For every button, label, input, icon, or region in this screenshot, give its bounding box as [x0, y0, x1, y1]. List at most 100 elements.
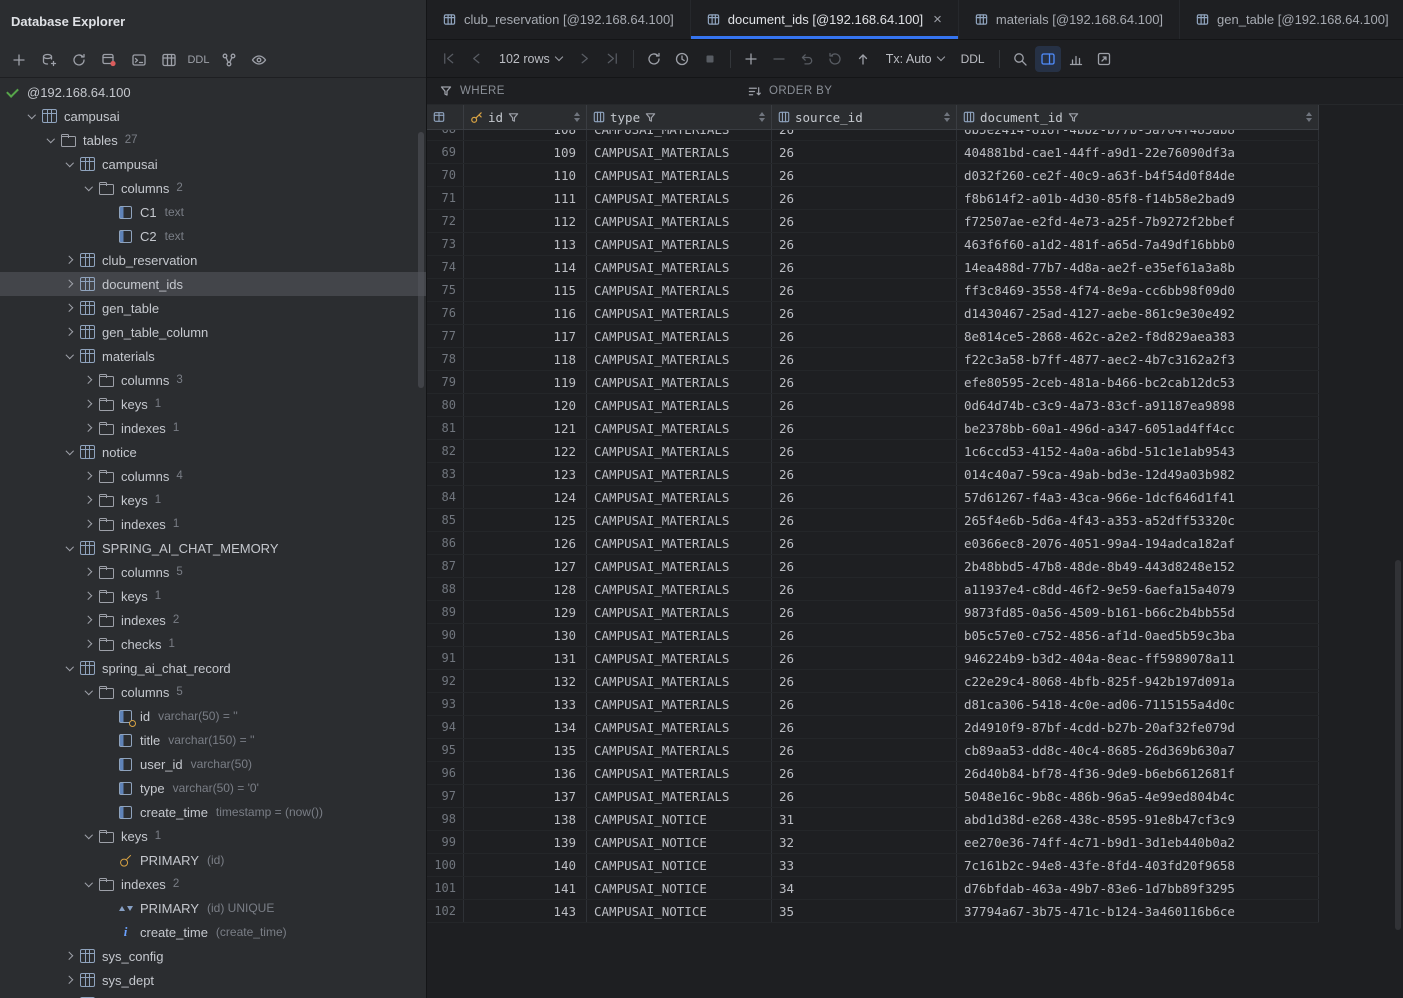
row-number-cell[interactable]: 81 — [427, 417, 464, 439]
column-header-source-id[interactable]: source_id — [772, 105, 957, 129]
type-cell[interactable]: CAMPUSAI_MATERIALS — [587, 578, 772, 600]
id-cell[interactable]: 137 — [464, 785, 587, 807]
source-id-cell[interactable]: 26 — [772, 417, 957, 439]
id-cell[interactable]: 130 — [464, 624, 587, 646]
id-cell[interactable]: 141 — [464, 877, 587, 899]
type-cell[interactable]: CAMPUSAI_MATERIALS — [587, 371, 772, 393]
source-id-cell[interactable]: 26 — [772, 325, 957, 347]
delete-row-icon[interactable] — [766, 46, 792, 72]
source-id-cell[interactable]: 26 — [772, 601, 957, 623]
row-number-cell[interactable]: 83 — [427, 463, 464, 485]
row-number-cell[interactable]: 90 — [427, 624, 464, 646]
type-cell[interactable]: CAMPUSAI_MATERIALS — [587, 785, 772, 807]
type-cell[interactable]: CAMPUSAI_MATERIALS — [587, 624, 772, 646]
source-id-cell[interactable]: 26 — [772, 555, 957, 577]
tree-chevron-icon[interactable] — [82, 829, 96, 843]
tree-chevron-icon[interactable] — [82, 589, 96, 603]
id-cell[interactable]: 112 — [464, 210, 587, 232]
tree-chevron-icon[interactable] — [44, 133, 58, 147]
tree-chevron-icon[interactable] — [101, 733, 115, 747]
previous-page-icon[interactable] — [463, 46, 489, 72]
row-number-cell[interactable]: 86 — [427, 532, 464, 554]
where-filter[interactable]: WHERE — [427, 78, 735, 104]
document-id-cell[interactable]: efe80595-2ceb-481a-b466-bc2cab12dc53 — [957, 371, 1319, 393]
document-id-cell[interactable]: 946224b9-b3d2-404a-8eac-ff5989078a11 — [957, 647, 1319, 669]
type-cell[interactable]: CAMPUSAI_MATERIALS — [587, 302, 772, 324]
tree-item[interactable]: materials — [0, 344, 426, 368]
tree-chevron-icon[interactable] — [101, 781, 115, 795]
type-cell[interactable]: CAMPUSAI_MATERIALS — [587, 417, 772, 439]
document-id-cell[interactable]: c22e29c4-8068-4bfb-825f-942b197d091a — [957, 670, 1319, 692]
type-cell[interactable]: CAMPUSAI_MATERIALS — [587, 555, 772, 577]
document-id-cell[interactable]: f72507ae-e2fd-4e73-a25f-7b9272f2bbef — [957, 210, 1319, 232]
tree-chevron-icon[interactable] — [25, 109, 39, 123]
tree-item[interactable]: sys_config — [0, 944, 426, 968]
source-id-cell[interactable]: 26 — [772, 463, 957, 485]
row-number-cell[interactable]: 72 — [427, 210, 464, 232]
row-number-cell[interactable]: 73 — [427, 233, 464, 255]
type-cell[interactable]: CAMPUSAI_MATERIALS — [587, 164, 772, 186]
tree-chevron-icon[interactable] — [63, 661, 77, 675]
type-cell[interactable]: CAMPUSAI_MATERIALS — [587, 693, 772, 715]
add-row-icon[interactable] — [738, 46, 764, 72]
source-id-cell[interactable]: 33 — [772, 854, 957, 876]
tree-item[interactable]: indexes 2 — [0, 872, 426, 896]
row-number-cell[interactable]: 85 — [427, 509, 464, 531]
type-cell[interactable]: CAMPUSAI_MATERIALS — [587, 279, 772, 301]
chart-icon[interactable] — [1063, 46, 1089, 72]
id-cell[interactable]: 139 — [464, 831, 587, 853]
type-cell[interactable]: CAMPUSAI_MATERIALS — [587, 394, 772, 416]
stop-icon[interactable] — [697, 46, 723, 72]
tree-item[interactable]: columns 3 — [0, 368, 426, 392]
row-number-cell[interactable]: 77 — [427, 325, 464, 347]
type-cell[interactable]: CAMPUSAI_MATERIALS — [587, 601, 772, 623]
type-cell[interactable]: CAMPUSAI_MATERIALS — [587, 762, 772, 784]
transaction-mode-dropdown[interactable]: Tx: Auto — [878, 46, 952, 72]
type-cell[interactable]: CAMPUSAI_MATERIALS — [587, 486, 772, 508]
diagram-icon[interactable] — [215, 47, 242, 73]
id-cell[interactable]: 120 — [464, 394, 587, 416]
tree-item[interactable]: campusai — [0, 152, 426, 176]
grid-scrollbar[interactable] — [1395, 560, 1401, 930]
preview-icon[interactable] — [245, 47, 272, 73]
tree-chevron-icon[interactable] — [82, 877, 96, 891]
document-id-cell[interactable]: 0d64d74b-c3c9-4a73-83cf-a91187ea9898 — [957, 394, 1319, 416]
row-number-cell[interactable]: 101 — [427, 877, 464, 899]
source-id-cell[interactable]: 26 — [772, 187, 957, 209]
id-cell[interactable]: 117 — [464, 325, 587, 347]
submit-icon[interactable] — [850, 46, 876, 72]
source-id-cell[interactable]: 26 — [772, 486, 957, 508]
row-number-cell[interactable]: 75 — [427, 279, 464, 301]
tree-item[interactable]: id varchar(50) = '' — [0, 704, 426, 728]
source-id-cell[interactable]: 26 — [772, 509, 957, 531]
source-id-cell[interactable]: 26 — [772, 141, 957, 163]
tree-chevron-icon[interactable] — [82, 181, 96, 195]
type-cell[interactable]: CAMPUSAI_NOTICE — [587, 854, 772, 876]
query-console-icon[interactable] — [125, 47, 152, 73]
row-number-cell[interactable]: 71 — [427, 187, 464, 209]
row-number-cell[interactable]: 76 — [427, 302, 464, 324]
document-id-cell[interactable]: 2b48bbd5-47b8-48de-8b49-443d8248e152 — [957, 555, 1319, 577]
add-icon[interactable] — [5, 47, 32, 73]
column-header-document-id[interactable]: document_id — [957, 105, 1319, 129]
source-id-cell[interactable]: 31 — [772, 808, 957, 830]
source-id-cell[interactable]: 26 — [772, 130, 957, 140]
sort-icon[interactable] — [1301, 112, 1312, 122]
document-id-cell[interactable]: 2d4910f9-87bf-4cdd-b27b-20af32fe079d — [957, 716, 1319, 738]
editor-tab[interactable]: club_reservation [@192.168.64.100] — [427, 0, 691, 39]
type-cell[interactable]: CAMPUSAI_NOTICE — [587, 831, 772, 853]
id-cell[interactable]: 125 — [464, 509, 587, 531]
document-id-cell[interactable]: f8b614f2-a01b-4d30-85f8-f14b58e2bad9 — [957, 187, 1319, 209]
tree-item[interactable]: type varchar(50) = '0' — [0, 776, 426, 800]
document-id-cell[interactable]: 265f4e6b-5d6a-4f43-a353-a52dff53320c — [957, 509, 1319, 531]
sort-icon[interactable] — [939, 112, 950, 122]
row-number-cell[interactable]: 82 — [427, 440, 464, 462]
tree-item[interactable]: indexes 1 — [0, 512, 426, 536]
document-id-cell[interactable]: 9873fd85-0a56-4509-b161-b66c2b4bb55d — [957, 601, 1319, 623]
column-header-id[interactable]: id — [464, 105, 587, 129]
row-number-cell[interactable]: 97 — [427, 785, 464, 807]
tree-chevron-icon[interactable] — [82, 565, 96, 579]
id-cell[interactable]: 114 — [464, 256, 587, 278]
document-id-cell[interactable]: a11937e4-c8dd-46f2-9e59-6aefa15a4079 — [957, 578, 1319, 600]
id-cell[interactable]: 127 — [464, 555, 587, 577]
